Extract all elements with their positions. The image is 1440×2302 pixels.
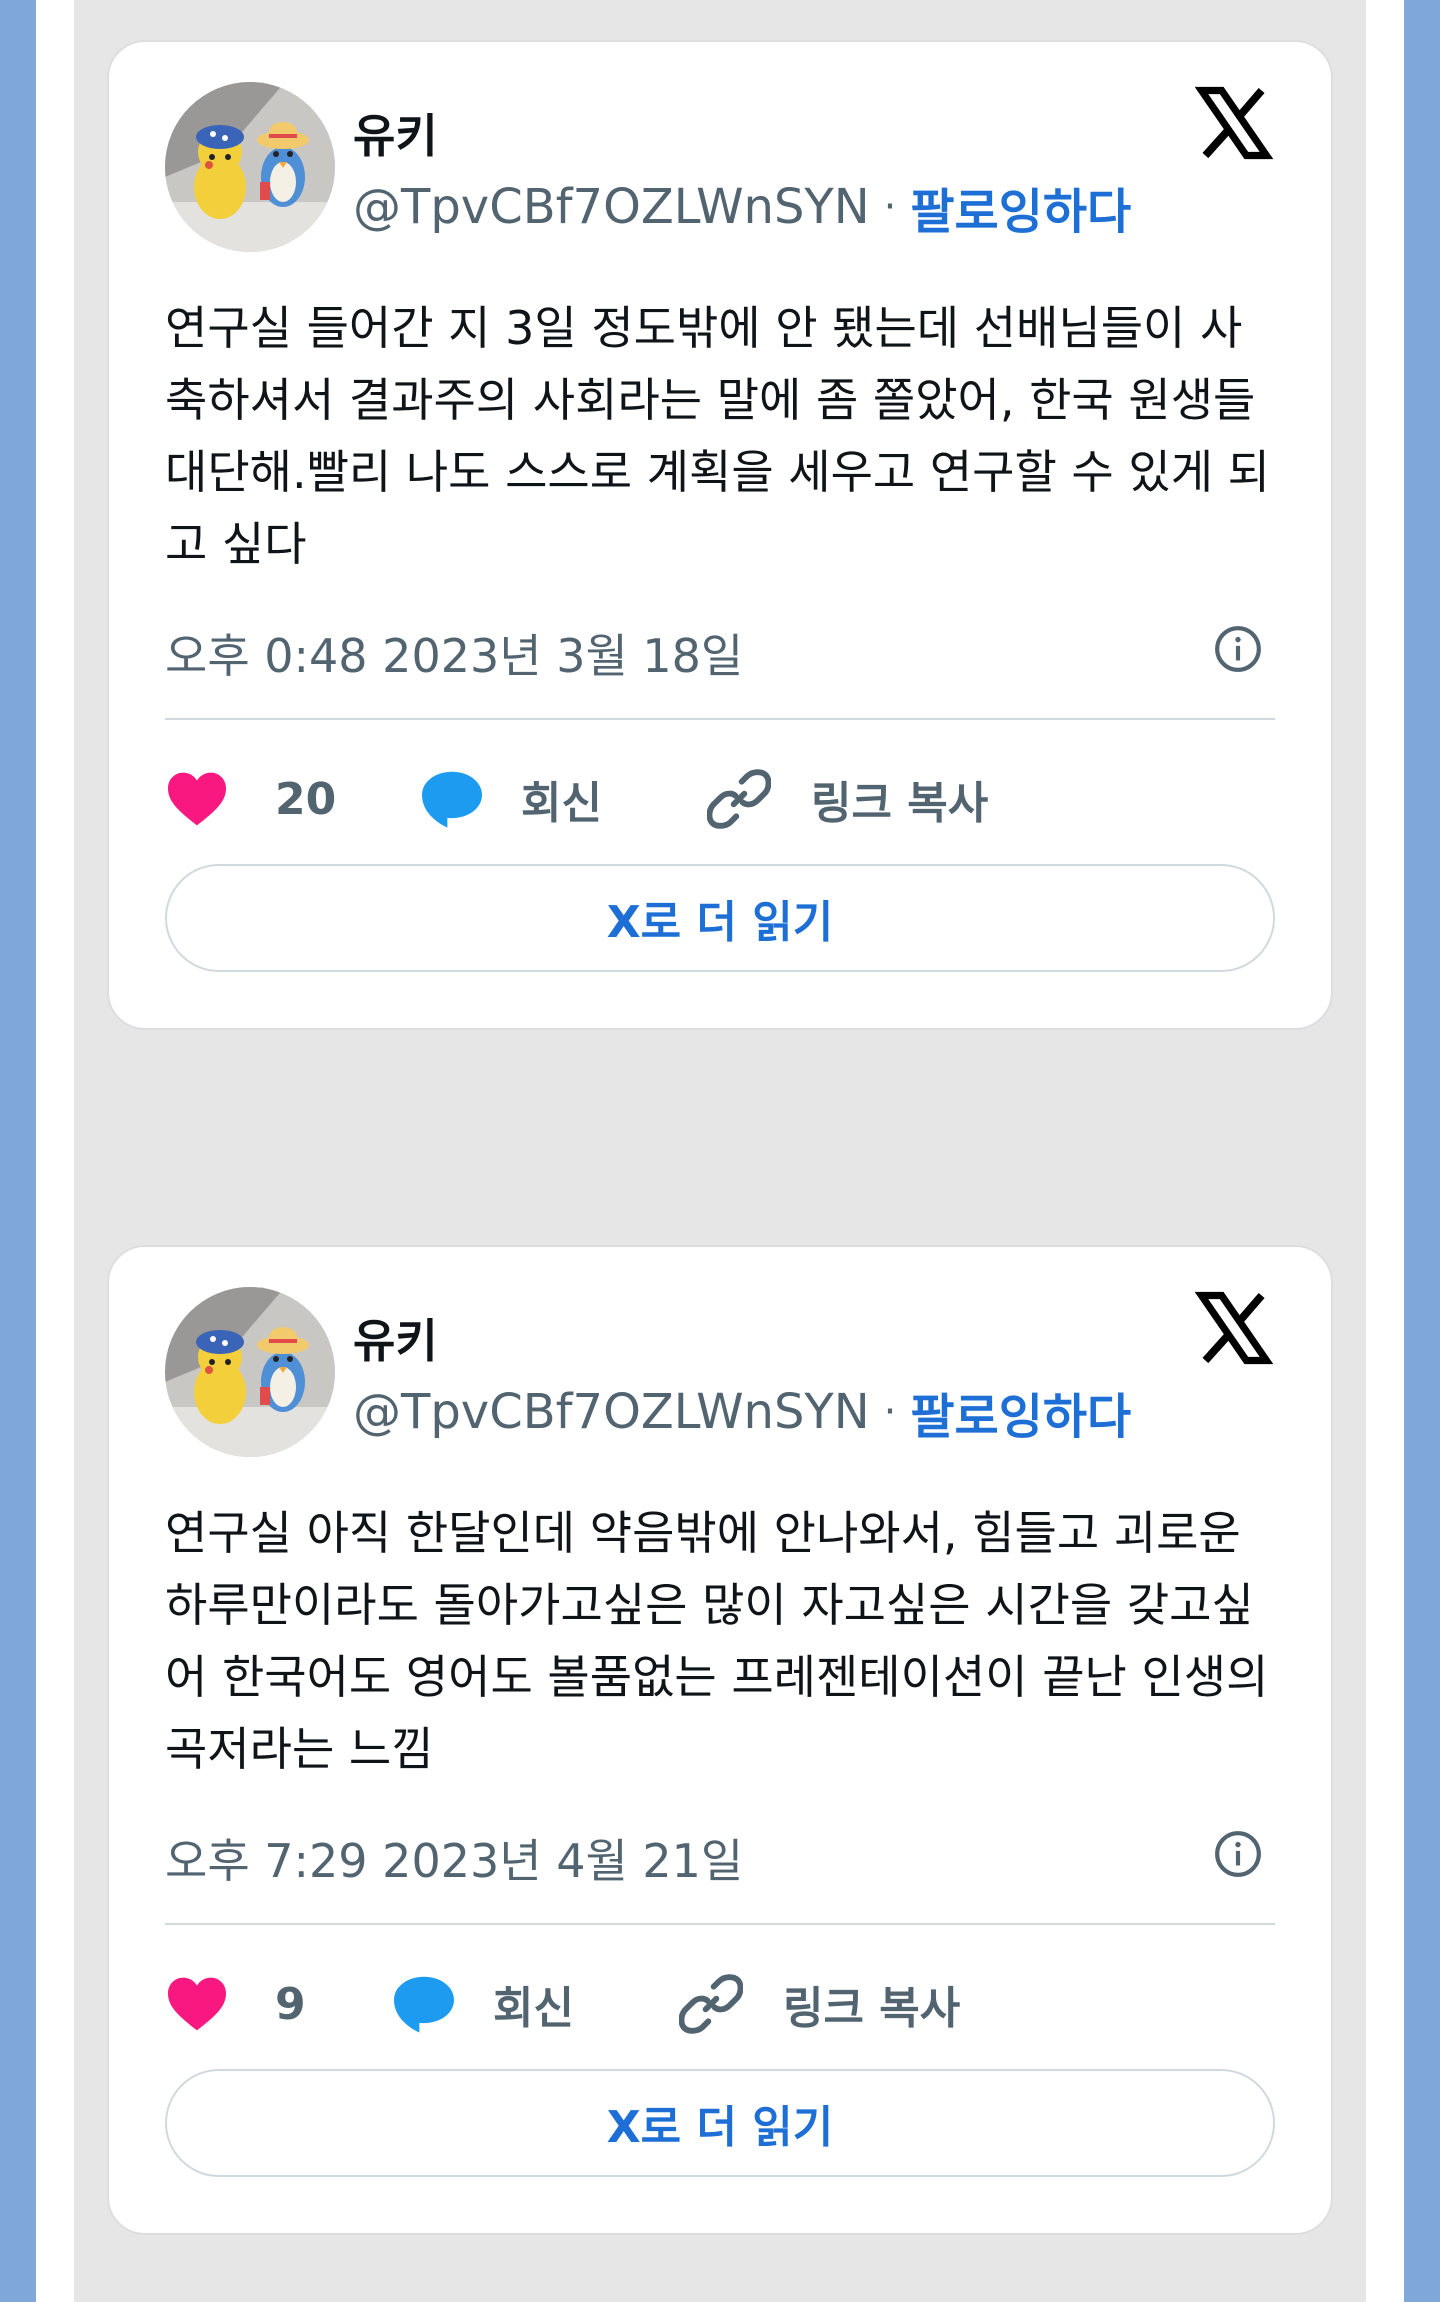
follow-link[interactable]: 팔로잉하다 — [910, 1377, 1131, 1447]
speech-bubble-icon — [394, 1976, 454, 2033]
author-handle[interactable]: @TpvCBf7OZLWnSYN — [353, 1384, 870, 1440]
author-handle[interactable]: @TpvCBf7OZLWnSYN — [353, 179, 870, 235]
tweet-card: 유키 @TpvCBf7OZLWnSYN · 팔로잉하다 연구실 아직 한달인데 … — [107, 1245, 1333, 2235]
tweet-card: 유키 @TpvCBf7OZLWnSYN · 팔로잉하다 연구실 들어간 지 3일… — [107, 40, 1333, 1030]
separator-dot: · — [883, 1389, 897, 1435]
author-name[interactable]: 유키 — [353, 1305, 438, 1371]
copy-link-label: 링크 복사 — [811, 778, 989, 829]
reply-label: 회신 — [521, 778, 602, 829]
separator-dot: · — [883, 184, 897, 230]
link-icon — [679, 1974, 743, 2034]
tweet-text: 연구실 아직 한달인데 약음밖에 안나와서, 힘들고 괴로운 하루만이라도 돌아… — [165, 1506, 1269, 1776]
avatar[interactable] — [165, 1287, 335, 1457]
copy-link-label: 링크 복사 — [783, 1983, 961, 2034]
link-icon — [707, 769, 771, 829]
x-logo-icon[interactable] — [1195, 1289, 1273, 1367]
action-bar: 9 회신 링크 복사 — [165, 1959, 1275, 2049]
tweet-text: 연구실 들어간 지 3일 정도밖에 안 됐는데 선배님들이 사축하셔서 결과주의… — [165, 301, 1270, 571]
divider — [165, 1923, 1275, 1925]
x-logo-icon[interactable] — [1195, 84, 1273, 162]
like-button[interactable]: 9 — [165, 1959, 306, 2049]
info-icon[interactable] — [1213, 1829, 1263, 1879]
like-button[interactable]: 20 — [165, 754, 336, 844]
copy-link-button[interactable]: 링크 복사 — [707, 754, 988, 844]
divider — [165, 718, 1275, 720]
heart-icon — [168, 772, 226, 826]
like-count: 20 — [275, 773, 337, 825]
read-more-button[interactable]: X로 더 읽기 — [165, 864, 1275, 972]
heart-icon — [168, 1977, 226, 2031]
author-name[interactable]: 유키 — [353, 100, 438, 166]
follow-link[interactable]: 팔로잉하다 — [910, 172, 1131, 242]
copy-link-button[interactable]: 링크 복사 — [679, 1959, 960, 2049]
action-bar: 20 회신 링크 복사 — [165, 754, 1275, 844]
speech-bubble-icon — [422, 771, 482, 828]
handle-row: @TpvCBf7OZLWnSYN · 팔로잉하다 — [353, 1377, 1131, 1447]
reply-button[interactable]: 회신 — [391, 1959, 574, 2049]
reply-label: 회신 — [493, 1983, 574, 2034]
reply-button[interactable]: 회신 — [419, 754, 602, 844]
info-icon[interactable] — [1213, 624, 1263, 674]
handle-row: @TpvCBf7OZLWnSYN · 팔로잉하다 — [353, 172, 1131, 242]
avatar[interactable] — [165, 82, 335, 252]
tweet-timestamp[interactable]: 오후 7:29 2023년 4월 21일 — [165, 1825, 743, 1891]
tweet-timestamp[interactable]: 오후 0:48 2023년 3월 18일 — [165, 620, 743, 686]
like-count: 9 — [275, 1978, 306, 2030]
read-more-button[interactable]: X로 더 읽기 — [165, 2069, 1275, 2177]
